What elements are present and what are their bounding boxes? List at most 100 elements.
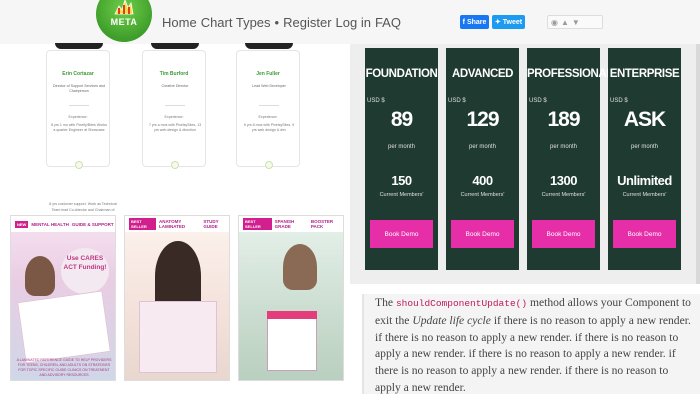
product-badge: BEST SELLER <box>129 218 156 230</box>
reddit-icon: ◉ <box>551 17 558 27</box>
product-image-mental-health[interactable]: NEW MENTAL HEALTH GUIDE & SUPPORT Use CA… <box>10 215 116 381</box>
top-navigation-bar: META Home Chart Types • Register Log in … <box>0 0 700 44</box>
nav-home[interactable]: Home <box>162 15 197 30</box>
currency-label: USD $ <box>367 98 385 104</box>
plan-card-professional: PROFESSIONAL USD $ 189 per month 1300 Cu… <box>527 48 613 270</box>
tweet-button[interactable]: ✦ Tweet <box>492 15 525 29</box>
avatar <box>55 43 103 49</box>
doc-emphasis: Update life cycle <box>412 313 491 327</box>
vote-widget[interactable]: ◉ ▲ ▼ <box>547 15 603 29</box>
facebook-share-button[interactable]: f Share <box>460 15 489 29</box>
members-label: Current Members' <box>541 192 586 198</box>
product-banner: NEW MENTAL HEALTH GUIDE & SUPPORT <box>11 216 115 232</box>
members-label: Current Members' <box>622 192 667 198</box>
plan-name: FOUNDATION <box>365 68 438 80</box>
facebook-icon: f <box>462 18 465 26</box>
product-badge: NEW <box>15 220 29 228</box>
per-month-label: per month <box>549 144 577 150</box>
product-image-spanish[interactable]: BEST SELLER SPANISH GRADE BOOSTER PACK <box>238 215 344 381</box>
experience-text: 8 yrs 1 mo with Pixefly/Bites Works a qu… <box>51 123 107 132</box>
person-photo <box>283 244 317 290</box>
plan-price: 89 <box>390 108 413 131</box>
downvote-icon[interactable]: ▼ <box>572 18 580 27</box>
experience-text: 7 yrs a mos with PixelsySites, 13 yrs we… <box>148 123 202 132</box>
team-member-role: Lead Web Developer <box>252 84 286 88</box>
tweet-label: Tweet <box>502 18 523 26</box>
per-month-label: per month <box>630 144 658 150</box>
plan-members: 150 <box>391 173 412 188</box>
plan-card-enterprise: ENTERPRISE USD $ ASK per month Unlimited… <box>608 48 681 270</box>
nav-separator: • <box>274 15 280 30</box>
sheet-header <box>267 311 317 319</box>
product-title: SPANISH GRADE <box>274 219 295 229</box>
plan-members: 400 <box>472 173 493 188</box>
currency-label: USD $ <box>448 98 466 104</box>
product-callout: Use CARES ACT Funding! <box>61 248 109 294</box>
card-dot-icon[interactable] <box>265 161 273 169</box>
laminated-sheet <box>17 290 111 364</box>
nav-register[interactable]: Register <box>283 15 331 30</box>
laminated-sheet <box>267 311 317 371</box>
plan-card-advanced: ADVANCED USD $ 129 per month 400 Current… <box>446 48 519 270</box>
doc-intro: The <box>375 296 394 309</box>
divider <box>259 105 279 106</box>
currency-label: USD $ <box>529 98 547 104</box>
avatar <box>245 43 293 49</box>
book-demo-button[interactable]: Book Demo <box>532 220 595 248</box>
nav-faq[interactable]: FAQ <box>375 15 401 30</box>
product-caption: A LAMINATED REFERENCE GUIDE TO HELP PROV… <box>16 358 112 377</box>
avatar <box>151 43 199 49</box>
chart-flame-icon <box>114 0 134 15</box>
main-nav: Home Chart Types • Register Log in FAQ <box>162 15 401 30</box>
team-member-name: Jen Fuller <box>256 71 280 77</box>
currency-label: USD $ <box>610 98 628 104</box>
experience-label: Experience: <box>258 115 278 119</box>
product-title: MENTAL HEALTH <box>31 221 69 227</box>
nav-chart-types[interactable]: Chart Types <box>201 15 271 30</box>
product-banner: BEST SELLER SPANISH GRADE BOOSTER PACK <box>239 216 343 232</box>
book-demo-button[interactable]: Book Demo <box>613 220 676 248</box>
plan-price: 189 <box>547 108 580 131</box>
product-badge: BEST SELLER <box>243 218 272 230</box>
plan-price: 129 <box>466 108 499 131</box>
scrollbar-track[interactable] <box>696 44 700 284</box>
book-demo-button[interactable]: Book Demo <box>370 220 433 248</box>
team-member-role: Director of Support Services and Chairpe… <box>53 84 105 93</box>
plan-card-foundation: FOUNDATION USD $ 89 per month 150 Curren… <box>365 48 438 270</box>
product-subtitle: GUIDE & SUPPORT <box>71 221 114 227</box>
plan-price: ASK <box>623 108 666 131</box>
plan-name: PROFESSIONAL <box>527 68 613 80</box>
product-subtitle: BOOSTER PACK <box>310 219 334 229</box>
product-banner: BEST SELLER ANATOMY LAMINATED STUDY GUID… <box>125 216 229 232</box>
per-month-label: per month <box>468 144 496 150</box>
experience-label: Experience: <box>164 115 184 119</box>
product-subtitle: STUDY GUIDE <box>203 219 219 229</box>
team-card: Jen Fuller Lead Web Developer Experience… <box>236 43 300 169</box>
logo-text: META <box>110 17 138 27</box>
site-logo[interactable]: META <box>96 0 152 42</box>
plan-members: Unlimited <box>617 173 672 188</box>
experience-text: 6 yrs 8 mos with PixelsySites, 9 yrs web… <box>243 123 295 132</box>
plan-name: ENTERPRISE <box>609 68 680 80</box>
doc-code: shouldComponentUpdate() <box>395 298 528 309</box>
documentation-block: The shouldComponentUpdate() method allow… <box>362 294 700 394</box>
team-card: Tim Burford Creative Director Experience… <box>142 43 206 169</box>
plan-name: ADVANCED <box>451 68 514 80</box>
book-demo-button[interactable]: Book Demo <box>451 220 514 248</box>
nav-login[interactable]: Log in <box>336 15 371 30</box>
members-label: Current Members' <box>460 192 505 198</box>
twitter-icon: ✦ <box>494 19 501 26</box>
card-dot-icon[interactable] <box>171 161 179 169</box>
facebook-share-label: Share <box>466 18 487 26</box>
divider <box>69 105 89 106</box>
upvote-icon[interactable]: ▲ <box>561 18 569 27</box>
experience-label: Experience: <box>68 115 88 119</box>
team-card: Erin Cortazar Director of Support Servic… <box>46 43 110 169</box>
product-image-anatomy[interactable]: BEST SELLER ANATOMY LAMINATED STUDY GUID… <box>124 215 230 381</box>
laminated-sheet <box>139 301 217 373</box>
card-dot-icon[interactable] <box>75 161 83 169</box>
team-member-name: Tim Burford <box>159 71 189 77</box>
team-member-role: Creative Director <box>161 84 189 88</box>
product-title: ANATOMY LAMINATED <box>158 219 186 229</box>
divider <box>165 105 185 106</box>
